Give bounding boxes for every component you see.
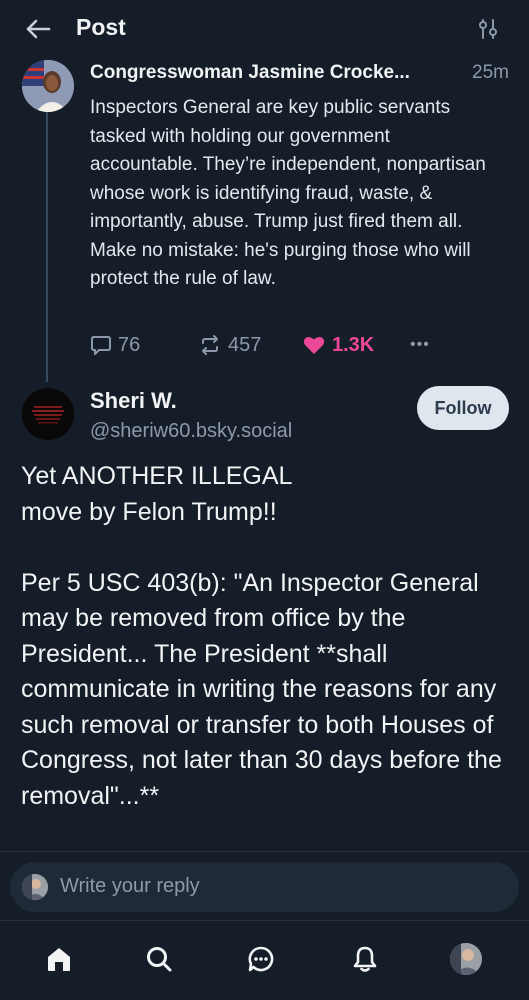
repost-count: 457 [228, 333, 262, 356]
reply-count: 76 [118, 333, 141, 356]
bottom-nav [0, 920, 529, 1000]
header-bar: Post [0, 0, 529, 58]
repost-icon [202, 335, 218, 355]
divider [0, 851, 529, 852]
nav-home[interactable] [39, 939, 79, 979]
page-title: Post [76, 14, 126, 40]
main-author-avatar[interactable] [22, 388, 74, 440]
reply-placeholder: Write your reply [60, 875, 200, 897]
more-icon: ••• [410, 336, 430, 353]
back-button[interactable] [22, 14, 54, 44]
nav-chat[interactable] [241, 939, 281, 979]
nav-notifications[interactable] [345, 939, 385, 979]
search-icon [147, 947, 172, 972]
more-options-button[interactable]: ••• [410, 330, 430, 360]
parent-actions: 76 457 1.3K ••• [90, 330, 510, 360]
profile-avatar [450, 943, 482, 975]
arrow-left-icon [26, 19, 51, 39]
parent-author-name[interactable]: Congresswoman Jasmine Crocke... [90, 62, 410, 84]
parent-author-avatar[interactable] [22, 60, 74, 112]
repost-button[interactable]: 457 [198, 330, 261, 360]
heart-icon [303, 336, 325, 354]
nav-profile[interactable] [446, 939, 486, 979]
chat-icon [248, 946, 274, 972]
comment-icon [91, 336, 111, 355]
sliders-icon [479, 19, 497, 39]
main-post-text: Yet ANOTHER ILLEGAL move by Felon Trump!… [21, 462, 502, 810]
bell-icon [353, 946, 377, 972]
my-avatar [22, 874, 48, 900]
like-count: 1.3K [332, 333, 375, 356]
parent-post-time: 25m [472, 62, 509, 83]
like-button[interactable]: 1.3K [302, 330, 374, 360]
thread-settings-button[interactable] [473, 14, 503, 44]
follow-button[interactable]: Follow [417, 386, 509, 430]
thread-connector [46, 112, 48, 382]
main-author-name[interactable]: Sheri W. [90, 388, 177, 414]
parent-post-text: Inspectors General are key public servan… [90, 97, 486, 289]
reply-button[interactable]: 76 [90, 330, 140, 360]
home-icon [48, 948, 70, 971]
main-author-handle[interactable]: @sheriw60.bsky.social [90, 420, 292, 443]
nav-search[interactable] [139, 939, 179, 979]
reply-input[interactable]: Write your reply [10, 862, 519, 912]
